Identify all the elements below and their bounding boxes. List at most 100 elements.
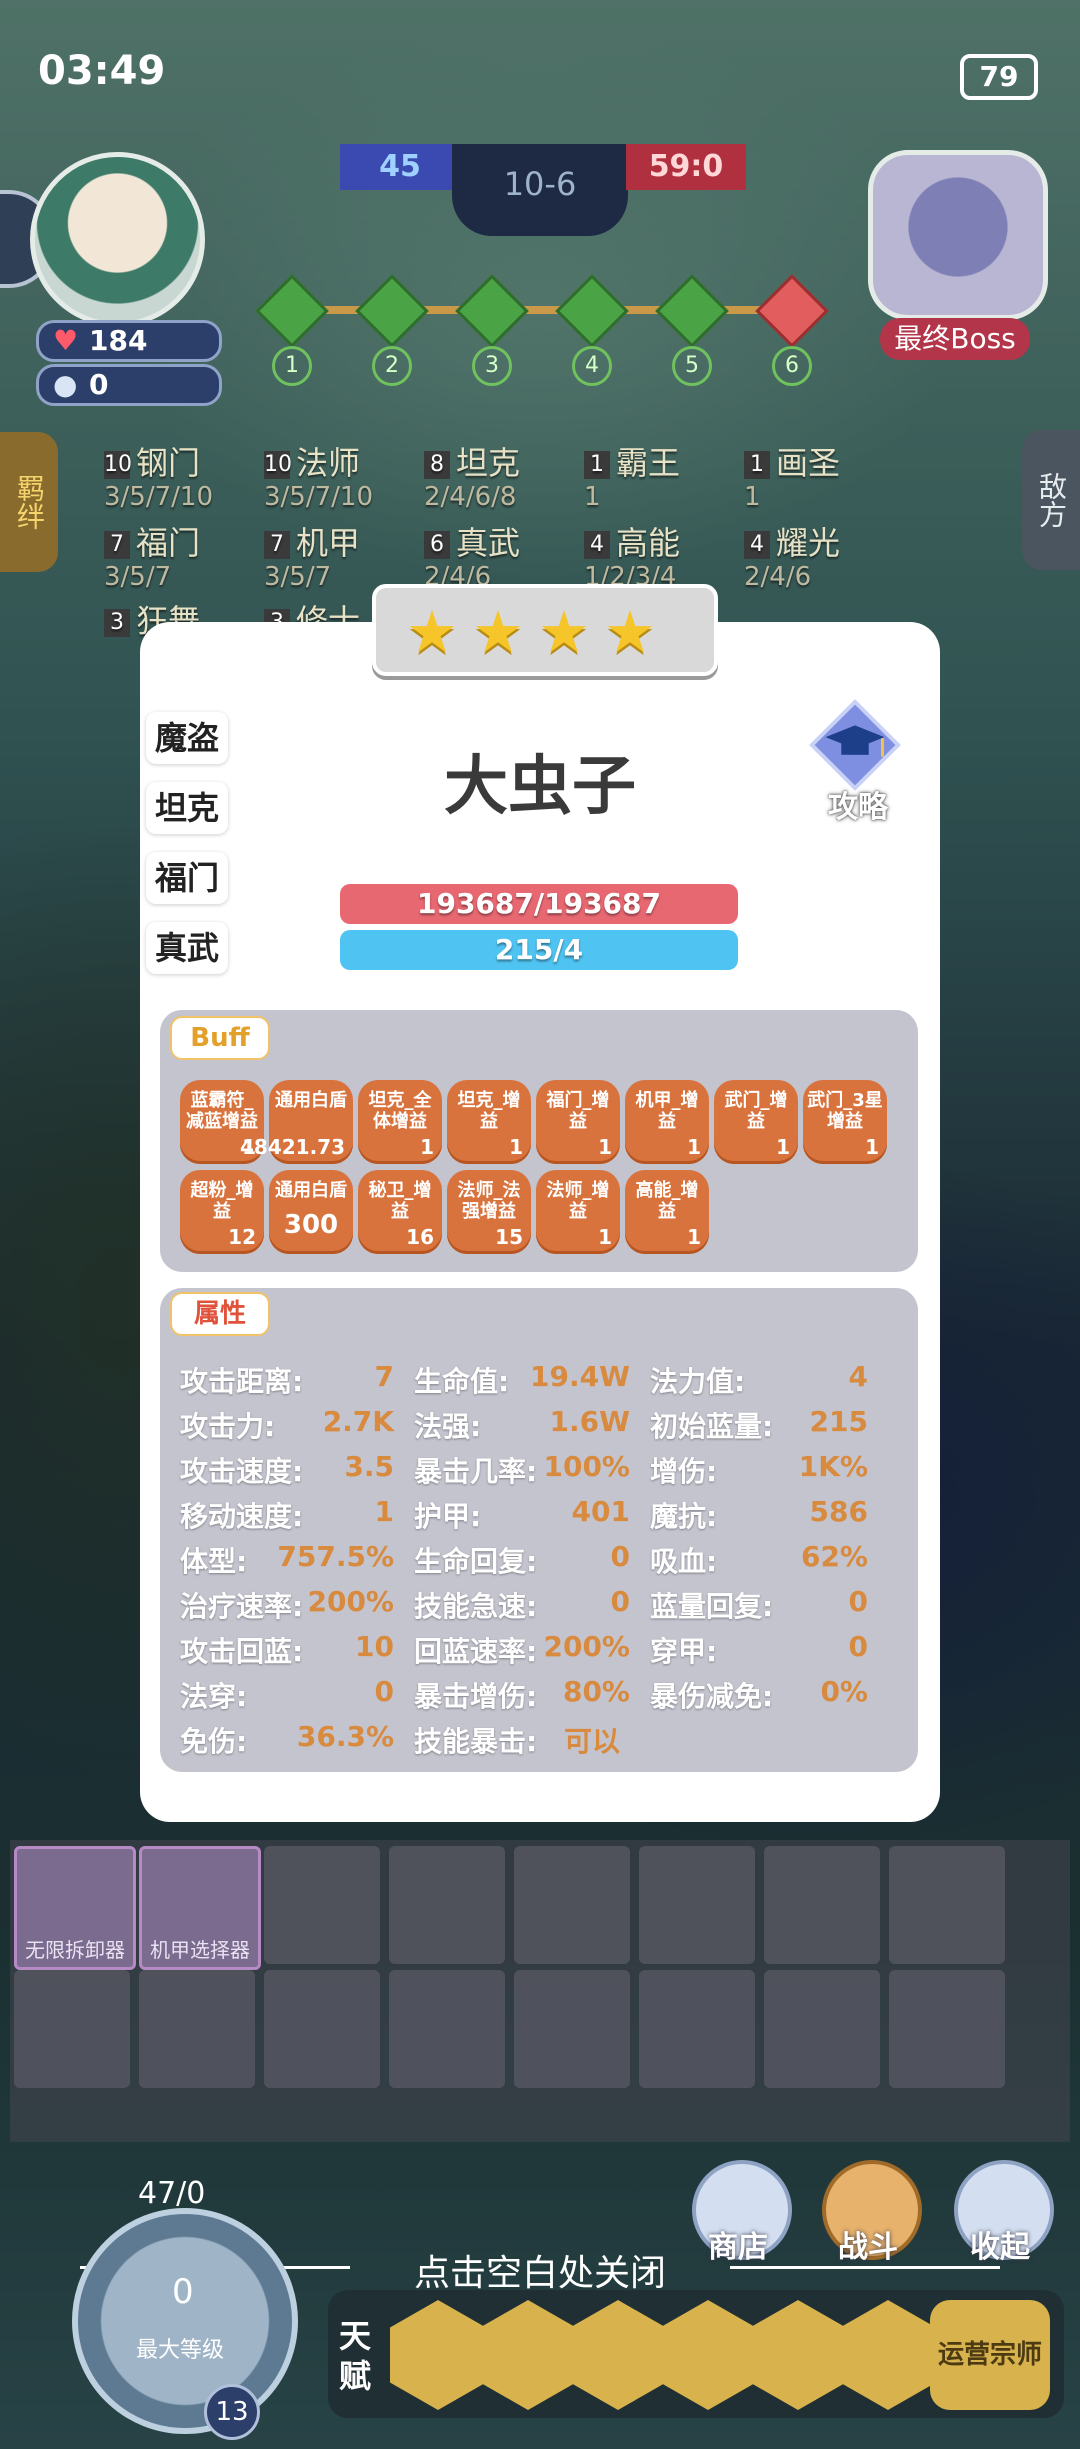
buff-item[interactable]: 武门_3星增益 1 bbox=[803, 1080, 887, 1164]
bench-slot[interactable] bbox=[264, 1846, 380, 1964]
buff-name: 高能_增益 bbox=[635, 1180, 699, 1222]
synergy-item[interactable]: 1 霸王 1 bbox=[584, 438, 680, 512]
level-exp: 47/0 bbox=[138, 2176, 206, 2211]
attribute-value: 19.4W bbox=[530, 1360, 630, 1393]
buff-value: 1 bbox=[865, 1135, 879, 1159]
bench-slot[interactable] bbox=[264, 1970, 380, 2088]
attribute-value: 0 bbox=[374, 1675, 394, 1708]
attribute-label: 吸血: bbox=[650, 1545, 718, 1578]
tab-synergy[interactable]: 羁绊 bbox=[0, 432, 58, 572]
buff-item[interactable]: 武门_增益 1 bbox=[714, 1080, 798, 1164]
synergy-item[interactable]: 1 画圣 1 bbox=[744, 438, 840, 512]
attribute-label: 法穿: bbox=[180, 1680, 248, 1713]
bench-slot[interactable] bbox=[639, 1970, 755, 2088]
close-hint[interactable]: 点击空白处关闭 bbox=[400, 2244, 680, 2296]
buff-value: 1 bbox=[687, 1225, 701, 1249]
bench-item-label: 无限拆卸器 bbox=[25, 1938, 125, 1962]
bench-slot[interactable] bbox=[639, 1846, 755, 1964]
star-rating: ★ ★ ★ ★ bbox=[372, 584, 718, 676]
bench-slot[interactable] bbox=[389, 1846, 505, 1964]
buff-item[interactable]: 通用白盾 48421.73 bbox=[240, 1080, 353, 1164]
bench-slot[interactable] bbox=[514, 1846, 630, 1964]
bench-slot[interactable] bbox=[764, 1846, 880, 1964]
synergy-item[interactable]: 7 机甲 3/5/7 bbox=[264, 518, 360, 592]
attribute-value: 10 bbox=[355, 1630, 394, 1663]
buff-item[interactable]: 高能_增益 1 bbox=[625, 1170, 709, 1254]
unit-tag[interactable]: 真武 bbox=[146, 922, 228, 974]
player-avatar[interactable] bbox=[30, 152, 205, 327]
player-coins-value: 0 bbox=[89, 368, 109, 401]
unit-tag[interactable]: 魔盗 bbox=[146, 712, 228, 764]
player-hp: ♥ 184 bbox=[36, 320, 222, 362]
star-icon: ★ bbox=[538, 598, 590, 666]
bench-slot[interactable] bbox=[14, 1970, 130, 2088]
score-right: 59:0 bbox=[626, 144, 746, 190]
buff-name: 秘卫_增益 bbox=[368, 1180, 432, 1222]
attribute-title: 属性 bbox=[170, 1292, 270, 1336]
bench-item[interactable]: 机甲选择器 bbox=[139, 1846, 261, 1970]
attribute-value: 100% bbox=[543, 1450, 630, 1483]
attribute-value: 401 bbox=[571, 1495, 630, 1528]
buff-title: Buff bbox=[170, 1016, 270, 1060]
bench-slot[interactable] bbox=[889, 1970, 1005, 2088]
buff-item[interactable]: 福门_增益 1 bbox=[536, 1080, 620, 1164]
buff-item[interactable]: 法师_增益 1 bbox=[536, 1170, 620, 1254]
buff-item[interactable]: 坦克_增益 1 bbox=[447, 1080, 531, 1164]
buff-item[interactable]: 秘卫_增益 16 bbox=[358, 1170, 442, 1254]
synergy-item[interactable]: 8 坦克 2/4/6/8 bbox=[424, 438, 520, 512]
attribute-label: 增伤: bbox=[650, 1455, 718, 1488]
buff-name: 武门_增益 bbox=[724, 1090, 788, 1132]
synergy-item[interactable]: 4 耀光 2/4/6 bbox=[744, 518, 840, 592]
score-left: 45 bbox=[340, 144, 460, 190]
bench-slot[interactable] bbox=[889, 1846, 1005, 1964]
bench-slot[interactable] bbox=[389, 1970, 505, 2088]
synergy-item[interactable]: 6 真武 2/4/6 bbox=[424, 518, 520, 592]
unit-name: 大虫子 bbox=[444, 750, 636, 824]
buff-value: 1 bbox=[776, 1135, 790, 1159]
boss-avatar[interactable] bbox=[868, 150, 1048, 320]
buff-item[interactable]: 法师_法强增益 15 bbox=[447, 1170, 531, 1254]
tab-enemy[interactable]: 敌方 bbox=[1022, 430, 1080, 570]
level-upgrade-button[interactable] bbox=[72, 2208, 298, 2434]
attribute-value: 1 bbox=[374, 1495, 394, 1528]
bench-slot[interactable] bbox=[139, 1970, 255, 2088]
attribute-value: 2.7K bbox=[322, 1405, 394, 1438]
guide-icon[interactable] bbox=[806, 696, 904, 794]
attribute-value: 200% bbox=[307, 1585, 394, 1618]
synergy-item[interactable]: 7 福门 3/5/7 bbox=[104, 518, 200, 592]
attribute-value: 215 bbox=[809, 1405, 868, 1438]
boss-label: 最终Boss bbox=[880, 318, 1030, 360]
buff-name: 法师_增益 bbox=[546, 1180, 610, 1222]
buff-item[interactable]: 通用白盾 300 bbox=[269, 1170, 353, 1254]
collapse-label[interactable]: 收起 bbox=[950, 2222, 1050, 2266]
battle-label[interactable]: 战斗 bbox=[818, 2222, 918, 2266]
synergy-item[interactable]: 10 钢门 3/5/7/10 bbox=[104, 438, 213, 512]
synergy-item[interactable]: 4 高能 1/2/3/4 bbox=[584, 518, 680, 592]
attribute-label: 生命值: bbox=[414, 1365, 510, 1398]
coin-icon: ● bbox=[53, 368, 78, 401]
stage-number: 6 bbox=[772, 346, 812, 386]
unit-tag[interactable]: 坦克 bbox=[146, 782, 228, 834]
bench-item[interactable]: 无限拆卸器 bbox=[14, 1846, 136, 1970]
synergy-item[interactable]: 10 法师 3/5/7/10 bbox=[264, 438, 373, 512]
buff-value: 300 bbox=[283, 1210, 339, 1240]
attribute-value: 1K% bbox=[798, 1450, 868, 1483]
star-icon: ★ bbox=[604, 598, 656, 666]
bench-slot[interactable] bbox=[764, 1970, 880, 2088]
buff-name: 坦克_增益 bbox=[457, 1090, 521, 1132]
attribute-value: 586 bbox=[809, 1495, 868, 1528]
buff-value: 1 bbox=[598, 1135, 612, 1159]
guide-button-label[interactable]: 攻略 bbox=[818, 782, 898, 826]
buff-item[interactable]: 机甲_增益 1 bbox=[625, 1080, 709, 1164]
shop-label[interactable]: 商店 bbox=[688, 2222, 788, 2266]
buff-item[interactable]: 超粉_增益 12 bbox=[180, 1170, 264, 1254]
unit-tag[interactable]: 福门 bbox=[146, 852, 228, 904]
buff-value: 48421.73 bbox=[239, 1135, 345, 1159]
attribute-value: 3.5 bbox=[344, 1450, 394, 1483]
buff-value: 16 bbox=[406, 1225, 434, 1249]
talent-item-ops-master[interactable]: 运营宗师 bbox=[930, 2300, 1050, 2410]
stage-number: 2 bbox=[372, 346, 412, 386]
attribute-value: 可以 bbox=[564, 1725, 621, 1758]
bench-slot[interactable] bbox=[514, 1970, 630, 2088]
buff-item[interactable]: 坦克_全体增益 1 bbox=[358, 1080, 442, 1164]
